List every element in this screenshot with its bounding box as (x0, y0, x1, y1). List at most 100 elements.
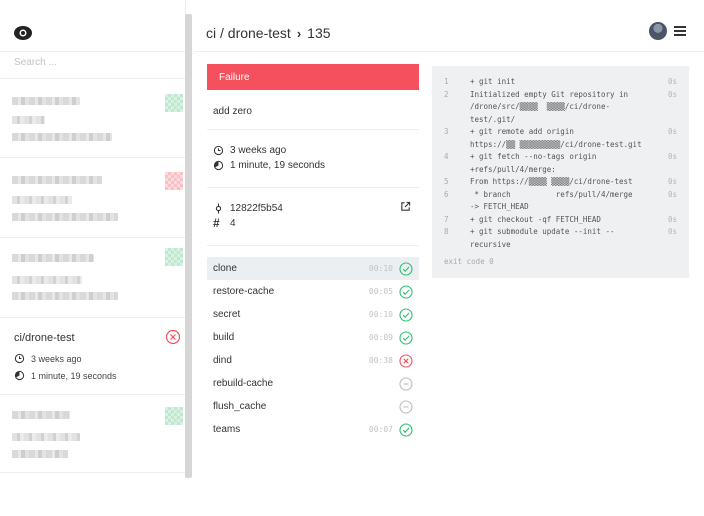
avatar[interactable] (649, 22, 667, 40)
failure-status-icon (165, 329, 181, 345)
redacted-time (12, 196, 72, 204)
log-line-number: 8 (444, 227, 449, 236)
redacted-repo-name (12, 411, 70, 419)
log-line-time: 0s (667, 77, 677, 86)
repo-list-item[interactable] (0, 238, 186, 318)
search-input[interactable] (14, 57, 174, 68)
skipped-icon (399, 399, 413, 414)
log-line: 1 + git init 0s (444, 76, 677, 89)
log-line: 4 + git fetch --no-tags origin +refs/pul… (444, 151, 677, 176)
build-timing-section: 3 weeks ago 1 minute, 19 seconds (207, 130, 419, 188)
breadcrumb-build: 135 (307, 25, 331, 41)
log-line-text: + git remote add origin https://▒▒ ▒▒▒▒▒… (470, 127, 642, 149)
repo-time-row: 3 weeks ago (14, 353, 82, 364)
log-line-text: * branch refs/pull/4/merge -> FETCH_HEAD (470, 189, 633, 212)
skipped-icon (399, 376, 413, 391)
timer-icon (14, 370, 25, 381)
commit-message-section: add zero (207, 92, 419, 130)
log-output[interactable]: 1 + git init 0s 2 Initialized empty Git … (432, 66, 689, 278)
step-name: flush_cache (213, 401, 267, 412)
status-failure-icon (165, 172, 183, 190)
sidebar-scrollbar[interactable] (185, 14, 192, 478)
log-line-number: 3 (444, 127, 449, 136)
repo-time: 3 weeks ago (31, 353, 82, 364)
log-line-number: 4 (444, 152, 449, 161)
log-line: 5 From https://▒▒▒▒ ▒▒▒▒/ci/drone-test 0… (444, 176, 677, 189)
step-row[interactable]: restore-cache 00:05 (207, 280, 419, 303)
redacted-duration (12, 450, 68, 458)
build-time-row: 3 weeks ago (213, 145, 286, 156)
repo-list-item[interactable] (0, 158, 186, 238)
commit-message: add zero (213, 106, 252, 117)
redacted-time (12, 116, 45, 124)
status-banner: Failure (207, 64, 419, 90)
repo-duration: 1 minute, 19 seconds (31, 370, 117, 381)
log-line-text: Initialized empty Git repository in /dro… (470, 89, 629, 124)
step-duration: 00:05 (368, 287, 393, 296)
build-time: 3 weeks ago (230, 145, 287, 156)
hash-icon: # (213, 216, 220, 230)
log-line: 6 * branch refs/pull/4/merge -> FETCH_HE… (444, 189, 677, 214)
step-row[interactable]: dind 00:38 (207, 349, 419, 372)
build-duration: 1 minute, 19 seconds (230, 160, 326, 171)
log-line-time: 0s (667, 177, 677, 186)
commit-info-section: 12822f5b54 # 4 (207, 188, 419, 246)
log-line-time: 0s (667, 227, 677, 236)
hamburger-menu-icon[interactable] (674, 26, 686, 36)
step-name: build (213, 332, 235, 343)
step-duration: 00:07 (368, 425, 393, 434)
repo-list-item[interactable] (0, 79, 186, 158)
log-line: 7 + git checkout -qf FETCH_HEAD 0s (444, 214, 677, 227)
step-row[interactable]: teams 00:07 (207, 418, 419, 441)
step-row[interactable]: secret 00:10 (207, 303, 419, 326)
step-row[interactable]: clone 00:10 (207, 257, 419, 280)
redacted-time (12, 276, 82, 284)
step-row[interactable]: build 00:09 (207, 326, 419, 349)
success-check-icon (399, 422, 413, 437)
redacted-duration (12, 133, 112, 141)
step-name: secret (213, 309, 241, 320)
status-success-icon (165, 94, 183, 112)
log-line-time: 0s (667, 89, 677, 99)
redacted-repo-name (12, 254, 94, 262)
pr-row: # 4 (213, 216, 236, 230)
step-name: dind (213, 355, 232, 366)
breadcrumb-repo[interactable]: ci / drone-test (206, 25, 291, 41)
step-duration: 00:09 (368, 333, 393, 342)
step-row[interactable]: flush_cache (207, 395, 419, 418)
step-duration: 00:10 (368, 310, 393, 319)
success-check-icon (399, 330, 413, 345)
status-success-icon (165, 407, 183, 425)
log-line-time: 0s (667, 189, 677, 199)
step-row[interactable]: rebuild-cache (207, 372, 419, 395)
step-name: clone (213, 263, 237, 274)
step-duration: 00:38 (368, 356, 393, 365)
step-duration: 00:10 (368, 264, 393, 273)
success-check-icon (399, 284, 413, 299)
log-line-text: + git init (470, 77, 516, 86)
log-line: 8 + git submodule update --init -- recur… (444, 226, 677, 251)
log-line-number: 6 (444, 189, 449, 199)
sidebar: ci/drone-test 3 weeks ago 1 minute, 19 s… (0, 0, 186, 478)
redacted-repo-name (12, 176, 102, 184)
pr-number[interactable]: 4 (230, 218, 236, 229)
log-line-number: 7 (444, 214, 449, 224)
commit-sha[interactable]: 12822f5b54 (230, 203, 283, 214)
log-line: 2 Initialized empty Git repository in /d… (444, 89, 677, 127)
drone-logo-icon[interactable] (14, 23, 32, 41)
sidebar-header (0, 0, 186, 52)
redacted-repo-name (12, 97, 80, 105)
step-list: clone 00:10 restore-cache 00:05 secret 0… (207, 257, 419, 441)
build-duration-row: 1 minute, 19 seconds (213, 160, 325, 171)
step-name: restore-cache (213, 286, 275, 297)
exit-code: exit code 0 (444, 257, 494, 266)
redacted-duration (12, 292, 118, 300)
repo-list-item[interactable] (0, 395, 186, 473)
step-name: teams (213, 424, 241, 435)
success-check-icon (399, 261, 413, 276)
repo-name: ci/drone-test (14, 332, 75, 344)
redacted-duration (12, 213, 118, 221)
log-line-time: 0s (667, 127, 677, 136)
log-line-number: 1 (444, 77, 449, 86)
external-link-icon[interactable] (400, 201, 411, 212)
